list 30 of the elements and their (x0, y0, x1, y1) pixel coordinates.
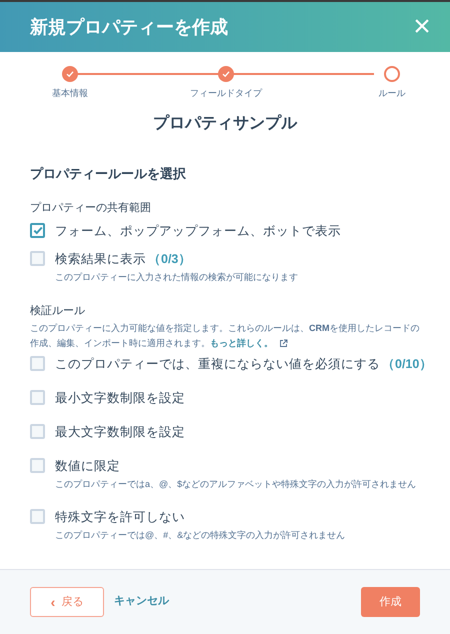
step-label: フィールドタイプ (190, 87, 262, 100)
learn-more-link[interactable]: もっと詳しく。 (210, 338, 273, 348)
section-title: プロパティールールを選択 (30, 165, 187, 183)
step-label: 基本情報 (52, 87, 88, 100)
description-text: このプロパティーに入力可能な値を指定します。これらのルールは、CRMを使用したレコードの作成、編集、インポート時に適用されます。もっと詳しく。 (30, 322, 420, 350)
dialog-title: 新規プロパティーを作成 (30, 16, 228, 38)
help-text: このプロパティーに入力された情報の検索が可能になります (55, 271, 298, 284)
checkbox-label: 最小文字数制限を設定 (55, 390, 185, 407)
checkbox-label: 数値に限定 (55, 458, 121, 475)
checkbox-label: 検索結果に表示 (55, 251, 146, 268)
group-label: プロパティーの共有範囲 (30, 200, 152, 216)
checkbox-label: フォーム、ポップアップフォーム、ボットで表示 (55, 223, 341, 240)
checkbox-label: 特殊文字を許可しない (55, 508, 186, 526)
external-link-icon (279, 339, 288, 348)
usage-count: （0/10） (382, 356, 432, 373)
group-label: 検証ルール (30, 304, 86, 318)
property-name: プロパティサンプル (152, 113, 298, 134)
checkbox-label: 最大文字数制限を設定 (55, 424, 185, 441)
check-icon (32, 226, 42, 235)
help-text: このプロパティーではa、@、$などのアルファベットや特殊文字の入力が許可されません (55, 478, 416, 491)
checkbox[interactable] (30, 223, 45, 238)
cancel-link[interactable]: キャンセル (114, 592, 169, 610)
usage-count: （0/3） (148, 251, 192, 268)
back-button[interactable]: ‹ 戻る (30, 587, 104, 617)
help-text: このプロパティーでは@、#、&などの特殊文字の入力が許可されません (55, 528, 346, 542)
chevron-left-icon: ‹ (50, 595, 56, 609)
close-button[interactable]: × (408, 13, 436, 41)
create-button[interactable]: 作成 (361, 587, 420, 617)
step-label: ルール (378, 87, 406, 100)
checkbox-label: このプロパティーでは、重複にならない値を必須にする (55, 356, 380, 373)
